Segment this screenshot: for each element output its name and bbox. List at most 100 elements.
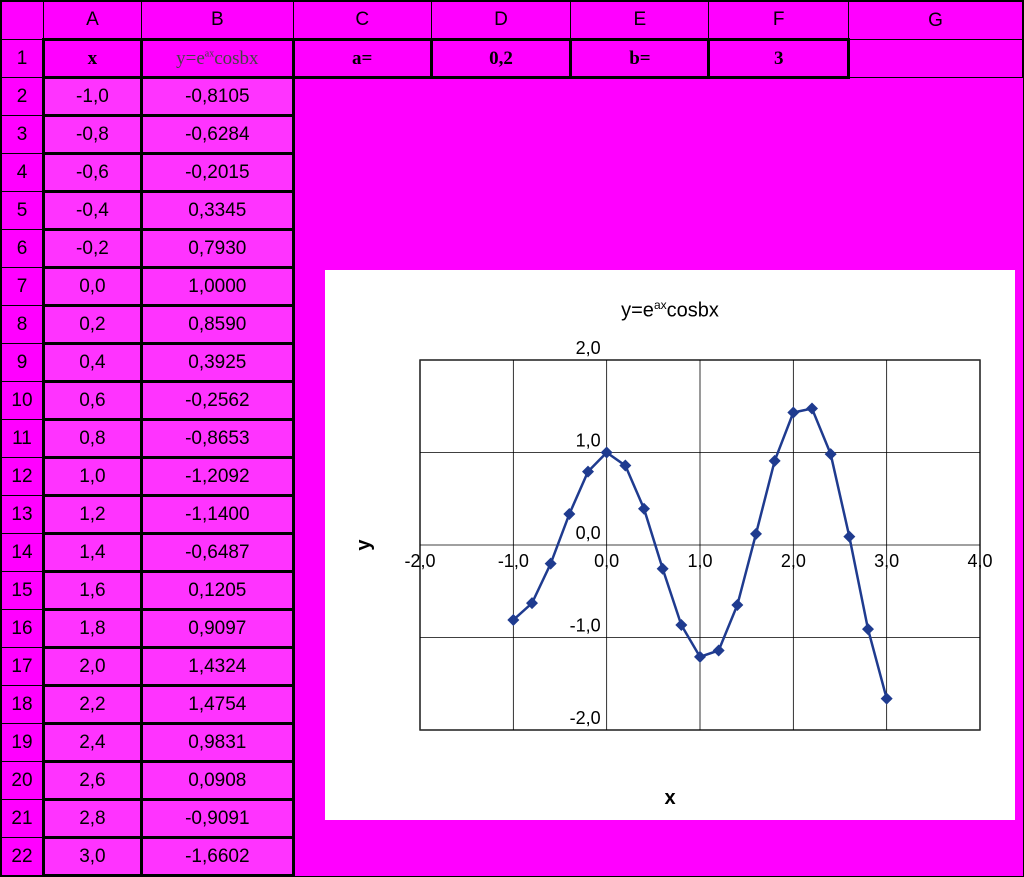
cell-empty[interactable] [849,116,1023,154]
cell-empty[interactable] [431,154,571,192]
cell-B1[interactable]: y=eaxcosbx [141,40,293,78]
cell-A16[interactable]: 1,8 [43,610,141,648]
cell-empty[interactable] [431,838,571,876]
row-header[interactable]: 7 [2,268,44,306]
cell-empty[interactable] [709,230,849,268]
row-header[interactable]: 10 [2,382,44,420]
cell-empty[interactable] [709,78,849,116]
row-header[interactable]: 6 [2,230,44,268]
cell-C1[interactable]: a= [293,40,431,78]
cell-A18[interactable]: 2,2 [43,686,141,724]
row-header[interactable]: 21 [2,800,44,838]
cell-A21[interactable]: 2,8 [43,800,141,838]
row-header[interactable]: 18 [2,686,44,724]
cell-B18[interactable]: 1,4754 [141,686,293,724]
cell-A19[interactable]: 2,4 [43,724,141,762]
row-header[interactable]: 20 [2,762,44,800]
cell-A14[interactable]: 1,4 [43,534,141,572]
cell-A6[interactable]: -0,2 [43,230,141,268]
cell-empty[interactable] [709,116,849,154]
row-header[interactable]: 14 [2,534,44,572]
row-header[interactable]: 3 [2,116,44,154]
cell-empty[interactable] [571,154,709,192]
cell-empty[interactable] [849,838,1023,876]
col-header-E[interactable]: E [571,2,709,40]
cell-B16[interactable]: 0,9097 [141,610,293,648]
cell-B8[interactable]: 0,8590 [141,306,293,344]
cell-empty[interactable] [293,78,431,116]
cell-B17[interactable]: 1,4324 [141,648,293,686]
row-header[interactable]: 9 [2,344,44,382]
cell-B21[interactable]: -0,9091 [141,800,293,838]
col-header-C[interactable]: C [293,2,431,40]
cell-B14[interactable]: -0,6487 [141,534,293,572]
cell-A12[interactable]: 1,0 [43,458,141,496]
cell-B6[interactable]: 0,7930 [141,230,293,268]
cell-B9[interactable]: 0,3925 [141,344,293,382]
cell-empty[interactable] [293,192,431,230]
col-header-F[interactable]: F [709,2,849,40]
cell-D1[interactable]: 0,2 [431,40,571,78]
cell-B3[interactable]: -0,6284 [141,116,293,154]
cell-empty[interactable] [709,192,849,230]
cell-E1[interactable]: b= [571,40,709,78]
col-header-A[interactable]: A [43,2,141,40]
cell-B20[interactable]: 0,0908 [141,762,293,800]
cell-A20[interactable]: 2,6 [43,762,141,800]
cell-B10[interactable]: -0,2562 [141,382,293,420]
cell-A8[interactable]: 0,2 [43,306,141,344]
cell-empty[interactable] [431,78,571,116]
cell-A3[interactable]: -0,8 [43,116,141,154]
row-header[interactable]: 15 [2,572,44,610]
row-header[interactable]: 5 [2,192,44,230]
cell-B5[interactable]: 0,3345 [141,192,293,230]
cell-B15[interactable]: 0,1205 [141,572,293,610]
cell-A5[interactable]: -0,4 [43,192,141,230]
cell-empty[interactable] [293,838,431,876]
cell-empty[interactable] [849,230,1023,268]
row-header[interactable]: 1 [2,40,44,78]
cell-empty[interactable] [293,116,431,154]
cell-A2[interactable]: -1,0 [43,78,141,116]
cell-B7[interactable]: 1,0000 [141,268,293,306]
cell-B2[interactable]: -0,8105 [141,78,293,116]
cell-G1[interactable] [849,40,1023,78]
cell-F1[interactable]: 3 [709,40,849,78]
cell-A11[interactable]: 0,8 [43,420,141,458]
row-header[interactable]: 22 [2,838,44,876]
cell-empty[interactable] [571,192,709,230]
cell-B11[interactable]: -0,8653 [141,420,293,458]
cell-empty[interactable] [709,154,849,192]
row-header[interactable]: 19 [2,724,44,762]
cell-A13[interactable]: 1,2 [43,496,141,534]
cell-empty[interactable] [293,154,431,192]
cell-empty[interactable] [571,78,709,116]
row-header[interactable]: 8 [2,306,44,344]
cell-A1[interactable]: x [43,40,141,78]
cell-B13[interactable]: -1,1400 [141,496,293,534]
cell-empty[interactable] [849,192,1023,230]
cell-A22[interactable]: 3,0 [43,838,141,876]
col-header-B[interactable]: B [141,2,293,40]
cell-A7[interactable]: 0,0 [43,268,141,306]
col-header-G[interactable]: G [849,2,1023,40]
cell-empty[interactable] [431,192,571,230]
cell-A9[interactable]: 0,4 [43,344,141,382]
cell-A10[interactable]: 0,6 [43,382,141,420]
cell-empty[interactable] [571,116,709,154]
cell-B12[interactable]: -1,2092 [141,458,293,496]
cell-B19[interactable]: 0,9831 [141,724,293,762]
cell-A4[interactable]: -0,6 [43,154,141,192]
cell-empty[interactable] [571,230,709,268]
cell-A17[interactable]: 2,0 [43,648,141,686]
cell-empty[interactable] [293,230,431,268]
cell-empty[interactable] [431,116,571,154]
row-header[interactable]: 11 [2,420,44,458]
row-header[interactable]: 13 [2,496,44,534]
cell-B22[interactable]: -1,6602 [141,838,293,876]
cell-B4[interactable]: -0,2015 [141,154,293,192]
row-header[interactable]: 17 [2,648,44,686]
cell-empty[interactable] [849,78,1023,116]
cell-empty[interactable] [431,230,571,268]
row-header[interactable]: 12 [2,458,44,496]
